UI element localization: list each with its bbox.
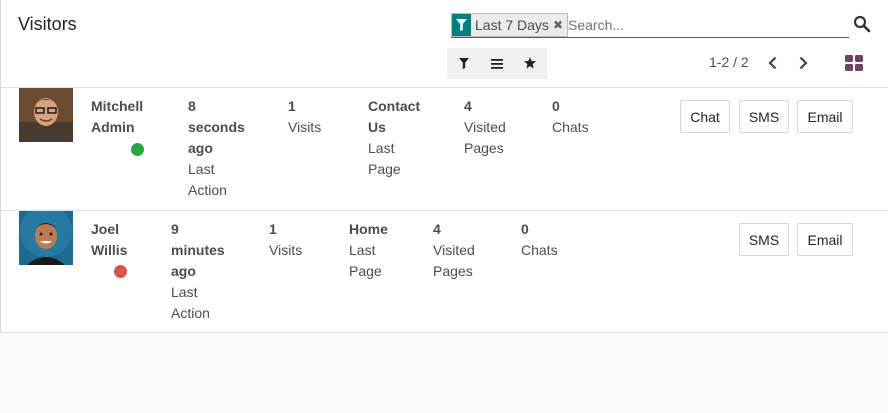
- search-icon[interactable]: [853, 15, 871, 33]
- chat-button[interactable]: Chat: [680, 100, 730, 133]
- visitors-panel: Visitors Last 7 Days ✖ Search... 1-2 / 2…: [0, 0, 888, 333]
- last-page-field: Home Last Page: [349, 221, 388, 279]
- list-icon: [490, 56, 503, 72]
- group-by-button[interactable]: [480, 48, 513, 79]
- visited-pages-field: 4 Visited Pages: [433, 221, 475, 279]
- favorites-button[interactable]: [514, 48, 547, 79]
- control-panel: Visitors Last 7 Days ✖ Search... 1-2 / 2: [1, 0, 888, 88]
- page-title: Visitors: [18, 14, 77, 34]
- visits-field: 1 Visits: [288, 98, 322, 135]
- visitor-name: Mitchell Admin: [91, 98, 144, 135]
- email-button[interactable]: Email: [797, 223, 853, 256]
- offline-status-indicator: [114, 265, 127, 278]
- online-status-indicator: [131, 143, 144, 156]
- search-facet: Last 7 Days ✖: [451, 13, 568, 37]
- sms-button[interactable]: SMS: [739, 100, 789, 133]
- filter-icon: [452, 14, 471, 36]
- chats-field: 0 Chats: [552, 98, 589, 135]
- last-action-field: 8 seconds ago Last Action: [188, 98, 245, 198]
- chevron-left-icon[interactable]: [765, 55, 781, 71]
- kanban-icon[interactable]: [845, 55, 863, 73]
- email-button[interactable]: Email: [797, 100, 853, 133]
- last-action-field: 9 minutes ago Last Action: [171, 221, 225, 321]
- visits-field: 1 Visits: [269, 221, 303, 258]
- chats-field: 0 Chats: [521, 221, 558, 258]
- sms-button[interactable]: SMS: [739, 223, 789, 256]
- close-icon[interactable]: ✖: [553, 14, 567, 36]
- visited-pages-field: 4 Visited Pages: [464, 98, 506, 156]
- visitor-name: Joel Willis: [91, 221, 128, 258]
- pager-value[interactable]: 1-2 / 2: [709, 54, 749, 70]
- facet-label: Last 7 Days: [475, 17, 549, 33]
- avatar: [19, 211, 73, 265]
- visitor-card[interactable]: Mitchell Admin 8 seconds ago Last Action…: [1, 88, 888, 211]
- last-page-field: Contact Us Last Page: [368, 98, 421, 177]
- visitor-card[interactable]: Joel Willis 9 minutes ago Last Action 1 …: [1, 211, 888, 333]
- star-icon: [524, 56, 537, 72]
- search-options-toolbar: [447, 48, 547, 79]
- search-input[interactable]: [568, 17, 838, 33]
- chevron-right-icon[interactable]: [795, 55, 811, 71]
- search-bar: Last 7 Days ✖: [451, 13, 849, 38]
- avatar: [19, 88, 73, 142]
- filters-button[interactable]: [447, 48, 480, 79]
- filter-icon: [458, 56, 469, 72]
